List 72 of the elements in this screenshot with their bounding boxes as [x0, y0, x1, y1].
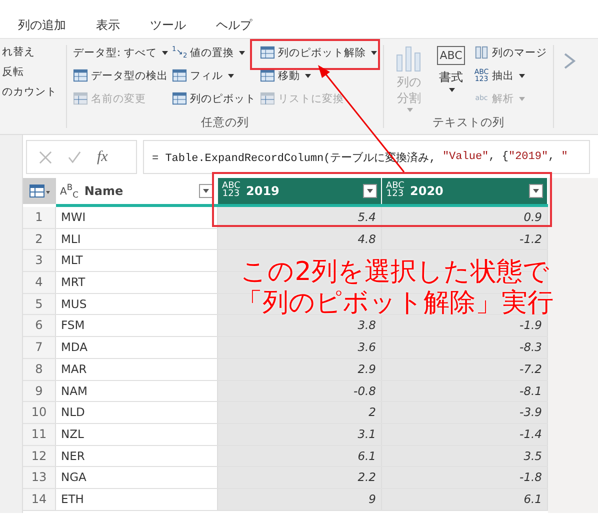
row-number: 13	[23, 467, 56, 488]
ribbon-command[interactable]: フィル	[172, 66, 256, 85]
row-number: 11	[23, 424, 56, 445]
table-cell: NER	[56, 446, 218, 466]
table-cell: 4.8	[218, 228, 382, 250]
row-number: 14	[23, 488, 56, 510]
ribbon-command[interactable]: 列のマージ	[474, 43, 547, 62]
table-cell: MLI	[56, 228, 218, 250]
group-label: 任意の列	[200, 115, 250, 130]
table-cell: 3.8	[218, 315, 382, 336]
table-icon	[172, 68, 187, 83]
ribbon-command[interactable]: 列のピボット解除	[260, 43, 377, 62]
row-number: 4	[23, 272, 56, 293]
table-cell: MWI	[56, 207, 218, 228]
ribbon-command[interactable]: ABC 書式	[432, 43, 470, 112]
table-cell: 2	[218, 402, 382, 423]
row-number: 2	[23, 228, 56, 250]
table-cell: NZL	[56, 424, 218, 445]
group-label: テキストの列	[432, 115, 506, 130]
table-cell: 2.9	[218, 358, 382, 380]
row-number: 5	[23, 294, 56, 314]
table-cell: -0.8	[218, 380, 382, 402]
table-icon[interactable]	[28, 184, 50, 198]
table-icon	[73, 68, 88, 83]
menu-tab[interactable]: ヘルプ	[216, 17, 252, 34]
row-number: 7	[23, 337, 56, 358]
row-number: 12	[23, 446, 56, 466]
table-icon	[260, 68, 275, 83]
table-cell: MUS	[56, 294, 218, 314]
table-cell: 6.1	[218, 446, 382, 466]
table-cell: MAR	[56, 358, 218, 380]
table-icon	[260, 45, 275, 60]
dropdown-icon[interactable]	[529, 184, 543, 198]
table-cell: 3.6	[218, 337, 382, 358]
table-cell: FSM	[56, 315, 218, 336]
check-icon[interactable]	[68, 150, 81, 164]
table-cell: 3.1	[218, 424, 382, 445]
row-number: 3	[23, 250, 56, 272]
ribbon-command[interactable]: 反転	[2, 65, 66, 79]
row-number: 10	[23, 402, 56, 423]
table-cell: MDA	[56, 337, 218, 358]
dropdown-icon[interactable]	[363, 184, 377, 198]
ribbon-command[interactable]: 列のピボット	[172, 89, 256, 108]
table-icon	[73, 91, 88, 106]
columns-icon	[474, 45, 489, 60]
row-number: 1	[23, 207, 56, 228]
ribbon-command[interactable]: れ替え	[2, 45, 66, 59]
menu-tab[interactable]: ツール	[150, 17, 186, 34]
ribbon-command[interactable]: のカウント	[2, 85, 66, 99]
table-cell: NGA	[56, 467, 218, 488]
table-icon	[260, 91, 275, 106]
dropdown-icon[interactable]	[199, 184, 213, 198]
table-icon	[172, 91, 187, 106]
table-cell: 2.2	[218, 467, 382, 488]
annotation-text: この2列を選択した状態で	[240, 257, 550, 288]
table-cell: MLT	[56, 250, 218, 272]
table-cell: 9	[218, 488, 382, 510]
menu-tab[interactable]: 列の追加	[18, 17, 66, 34]
table-cell: MRT	[56, 272, 218, 293]
table-cell: NLD	[56, 402, 218, 423]
ribbon-command[interactable]: データ型: すべて	[73, 43, 168, 62]
ribbon-command[interactable]: $^{1}$↘$_{2}$ 値の置換	[172, 43, 256, 62]
function-button[interactable]: fx	[97, 148, 108, 166]
row-number: 6	[23, 315, 56, 336]
table-cell: 5.4	[218, 207, 382, 228]
ribbon-command[interactable]: データ型の検出	[73, 66, 168, 85]
table-cell: NAM	[56, 380, 218, 402]
menu-tab[interactable]: 表示	[96, 17, 120, 34]
row-number: 8	[23, 358, 56, 380]
row-number: 9	[23, 380, 56, 402]
table-cell: ETH	[56, 488, 218, 510]
ribbon-command[interactable]: 移動	[260, 66, 377, 85]
